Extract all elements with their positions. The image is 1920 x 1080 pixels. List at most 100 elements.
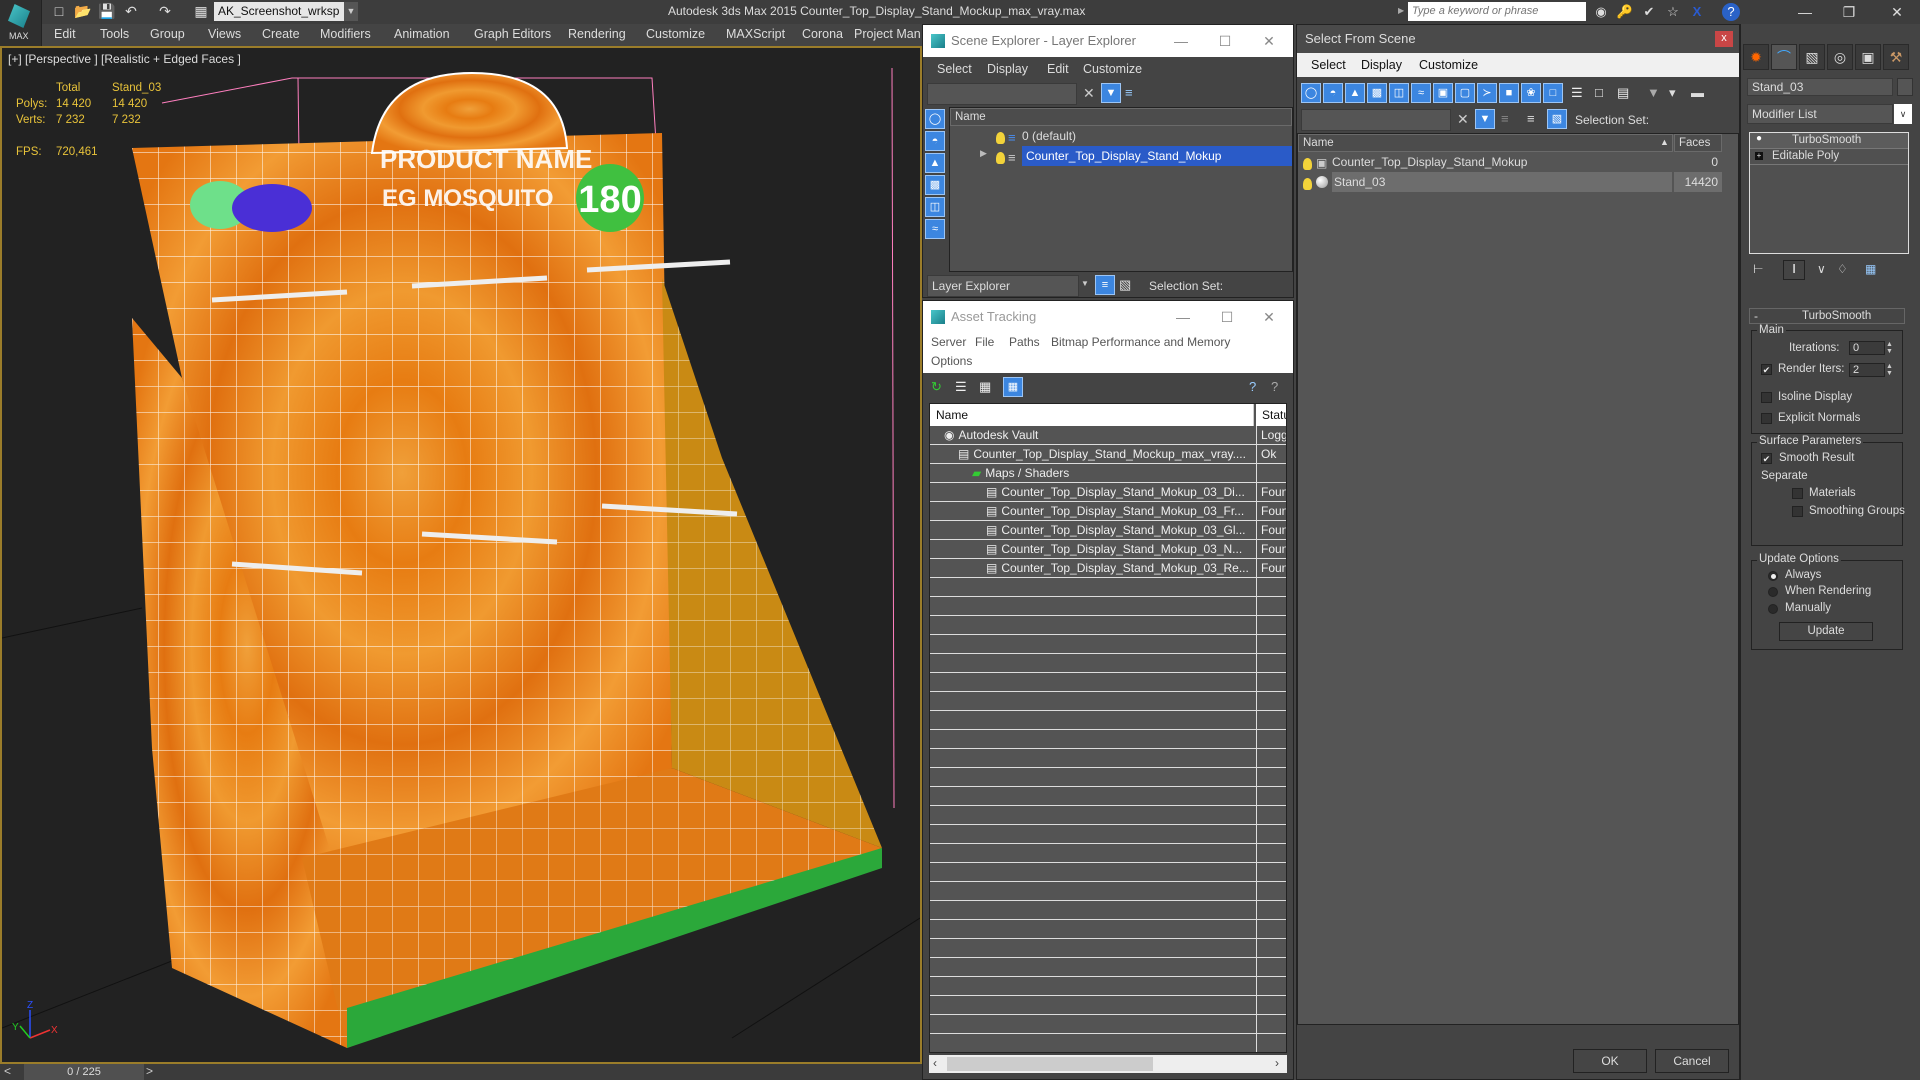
perspective-viewport[interactable]: 180 PRODUCT NAME EG MOSQUITO Z X Y [+] [… (0, 46, 922, 1064)
layers-view-icon[interactable]: ≡ (1095, 275, 1115, 295)
column-header-name[interactable]: Name (930, 404, 1254, 426)
exchange-icon[interactable]: X (1688, 3, 1706, 21)
motion-tab-icon[interactable]: ◎ (1827, 44, 1853, 70)
iterations-spinner[interactable]: 0 (1849, 341, 1885, 355)
make-unique-icon[interactable]: ∨ (1817, 262, 1826, 276)
shapes-filter-icon[interactable]: ◓ (1323, 83, 1343, 103)
scroll-right-icon[interactable]: › (1275, 1056, 1279, 1070)
menu-paths[interactable]: Paths (1009, 335, 1040, 349)
explicit-normals-checkbox[interactable] (1761, 413, 1772, 424)
next-frame-button[interactable]: > (146, 1064, 153, 1078)
spacewarps-filter-icon[interactable]: ≈ (1411, 83, 1431, 103)
asset-row[interactable]: ▰ Maps / Shaders (930, 464, 1286, 483)
menu-select[interactable]: Select (1311, 58, 1346, 72)
help-icon[interactable]: ? (1271, 379, 1278, 394)
new-file-icon[interactable]: □ (50, 2, 68, 20)
maximize-button[interactable]: ☐ (1207, 301, 1247, 333)
column-header-name[interactable]: Name (950, 108, 1292, 126)
menu-server[interactable]: Server (931, 335, 966, 349)
pin-stack-icon[interactable]: ⊢ (1753, 262, 1763, 276)
workspace-dropdown-icon[interactable]: ▼ (344, 2, 358, 21)
containers-filter-icon[interactable]: ■ (1499, 83, 1519, 103)
menu-file[interactable]: File (975, 335, 994, 349)
hierarchy-tab-icon[interactable]: ▧ (1799, 44, 1825, 70)
expand-arrow-icon[interactable]: ▶ (980, 148, 987, 159)
shapes-filter-icon[interactable]: ◓ (925, 131, 945, 151)
filter-icon[interactable]: ▼ (1475, 109, 1495, 129)
menu-select[interactable]: Select (937, 62, 972, 76)
layer-row[interactable]: 0 (default) (1022, 126, 1292, 146)
viewport-label[interactable]: [+] [Perspective ] [Realistic + Edged Fa… (8, 52, 241, 66)
redo-icon[interactable]: ↷ (156, 2, 174, 20)
remove-modifier-icon[interactable]: ♢ (1837, 262, 1848, 276)
modify-tab-icon[interactable]: ⌒ (1771, 44, 1797, 70)
helpers-filter-icon[interactable]: ◫ (925, 197, 945, 217)
filter-icon[interactable]: ▼ (1101, 83, 1121, 103)
undo-icon[interactable]: ↶ (122, 2, 140, 20)
menu-create[interactable]: Create (262, 27, 300, 41)
select-from-scene-titlebar[interactable]: Select From Scene x (1297, 25, 1739, 53)
dropdown-arrow-icon[interactable]: ∨ (1894, 104, 1912, 124)
menu-customize[interactable]: Customize (1419, 58, 1478, 72)
horizontal-scrollbar[interactable]: ‹ › (929, 1055, 1287, 1073)
menu-display[interactable]: Display (987, 62, 1028, 76)
column-header-status[interactable]: Status (1256, 404, 1286, 426)
object-color-swatch[interactable] (1897, 78, 1913, 96)
list-view-icon[interactable]: ☰ (955, 379, 967, 395)
menu-rendering[interactable]: Rendering (568, 27, 626, 41)
menu-display[interactable]: Display (1361, 58, 1402, 72)
xrefs-filter-icon[interactable]: ▢ (1455, 83, 1475, 103)
asset-row[interactable]: ▤ Counter_Top_Display_Stand_Mokup_03_N...… (930, 540, 1286, 559)
cameras-filter-icon[interactable]: ▩ (925, 175, 945, 195)
clear-search-icon[interactable]: ✕ (1083, 85, 1095, 102)
help-icon[interactable]: ? (1722, 3, 1740, 21)
spinner-arrows-icon[interactable]: ▲ ▼ (1886, 363, 1893, 377)
layer-row-selected[interactable]: Counter_Top_Display_Stand_Mokup (1022, 146, 1292, 166)
layer-settings-icon[interactable]: ≡ (1501, 111, 1509, 126)
expand-search-icon[interactable]: ▶ (1398, 6, 1404, 15)
update-always-radio[interactable] (1768, 571, 1778, 581)
hierarchy-view-icon[interactable]: ▧ (1119, 277, 1131, 293)
bones-filter-icon[interactable]: ≻ (1477, 83, 1497, 103)
tree-view-icon[interactable]: ▦ (979, 379, 991, 395)
select-all-icon[interactable]: ☰ (1571, 85, 1583, 101)
create-tab-icon[interactable]: ✹ (1743, 44, 1769, 70)
minimize-button[interactable]: — (1782, 0, 1828, 24)
asset-row[interactable]: ▤ Counter_Top_Display_Stand_Mokup_03_Di..… (930, 483, 1286, 502)
dropdown-arrow-icon[interactable]: ▼ (1081, 279, 1089, 288)
binoculars-icon[interactable]: ◉ (1592, 3, 1610, 21)
search-input[interactable] (1408, 2, 1586, 21)
scene-search-input[interactable] (927, 83, 1077, 105)
menu-project-manager[interactable]: Project Man (854, 27, 921, 41)
render-iters-checkbox[interactable]: ✔ (1761, 364, 1772, 375)
modifier-list-dropdown[interactable]: Modifier List (1747, 104, 1893, 124)
menu-graph-editors[interactable]: Graph Editors (474, 27, 551, 41)
menu-customize[interactable]: Customize (646, 27, 705, 41)
hidden-filter-icon[interactable]: □ (1543, 83, 1563, 103)
minimize-button[interactable]: — (1163, 301, 1203, 333)
menu-maxscript[interactable]: MAXScript (726, 27, 785, 41)
light-bulb-icon[interactable] (1303, 178, 1312, 190)
update-when-rendering-radio[interactable] (1768, 587, 1778, 597)
helpers-filter-icon[interactable]: ◫ (1389, 83, 1409, 103)
geometry-filter-icon[interactable]: ◯ (1301, 83, 1321, 103)
time-slider[interactable]: 0 / 225 (24, 1064, 144, 1080)
scene-explorer-titlebar[interactable]: Scene Explorer - Layer Explorer — ☐ ✕ (923, 25, 1293, 57)
menu-tools[interactable]: Tools (100, 27, 129, 41)
collapse-icon[interactable]: - (1754, 309, 1758, 323)
object-row[interactable]: Counter_Top_Display_Stand_Mokup (1332, 152, 1672, 172)
lights-filter-icon[interactable]: ▲ (1345, 83, 1365, 103)
light-bulb-icon[interactable] (996, 152, 1005, 164)
display-options-icon[interactable]: ▬ (1691, 85, 1704, 100)
lights-filter-icon[interactable]: ▲ (925, 153, 945, 173)
save-icon[interactable]: 💾 (98, 2, 116, 20)
workspace-selector[interactable]: AK_Screenshot_wrksp (214, 2, 344, 21)
render-iters-spinner[interactable]: 2 (1849, 363, 1885, 377)
sfs-search-input[interactable] (1301, 109, 1451, 131)
light-bulb-icon[interactable] (1303, 158, 1312, 170)
object-row-selected[interactable]: Stand_03 (1332, 172, 1672, 192)
smooth-result-checkbox[interactable]: ✔ (1761, 453, 1772, 464)
vault-help-icon[interactable]: ? (1249, 379, 1256, 394)
menu-group[interactable]: Group (150, 27, 185, 41)
object-name-field[interactable]: Stand_03 (1747, 78, 1893, 96)
